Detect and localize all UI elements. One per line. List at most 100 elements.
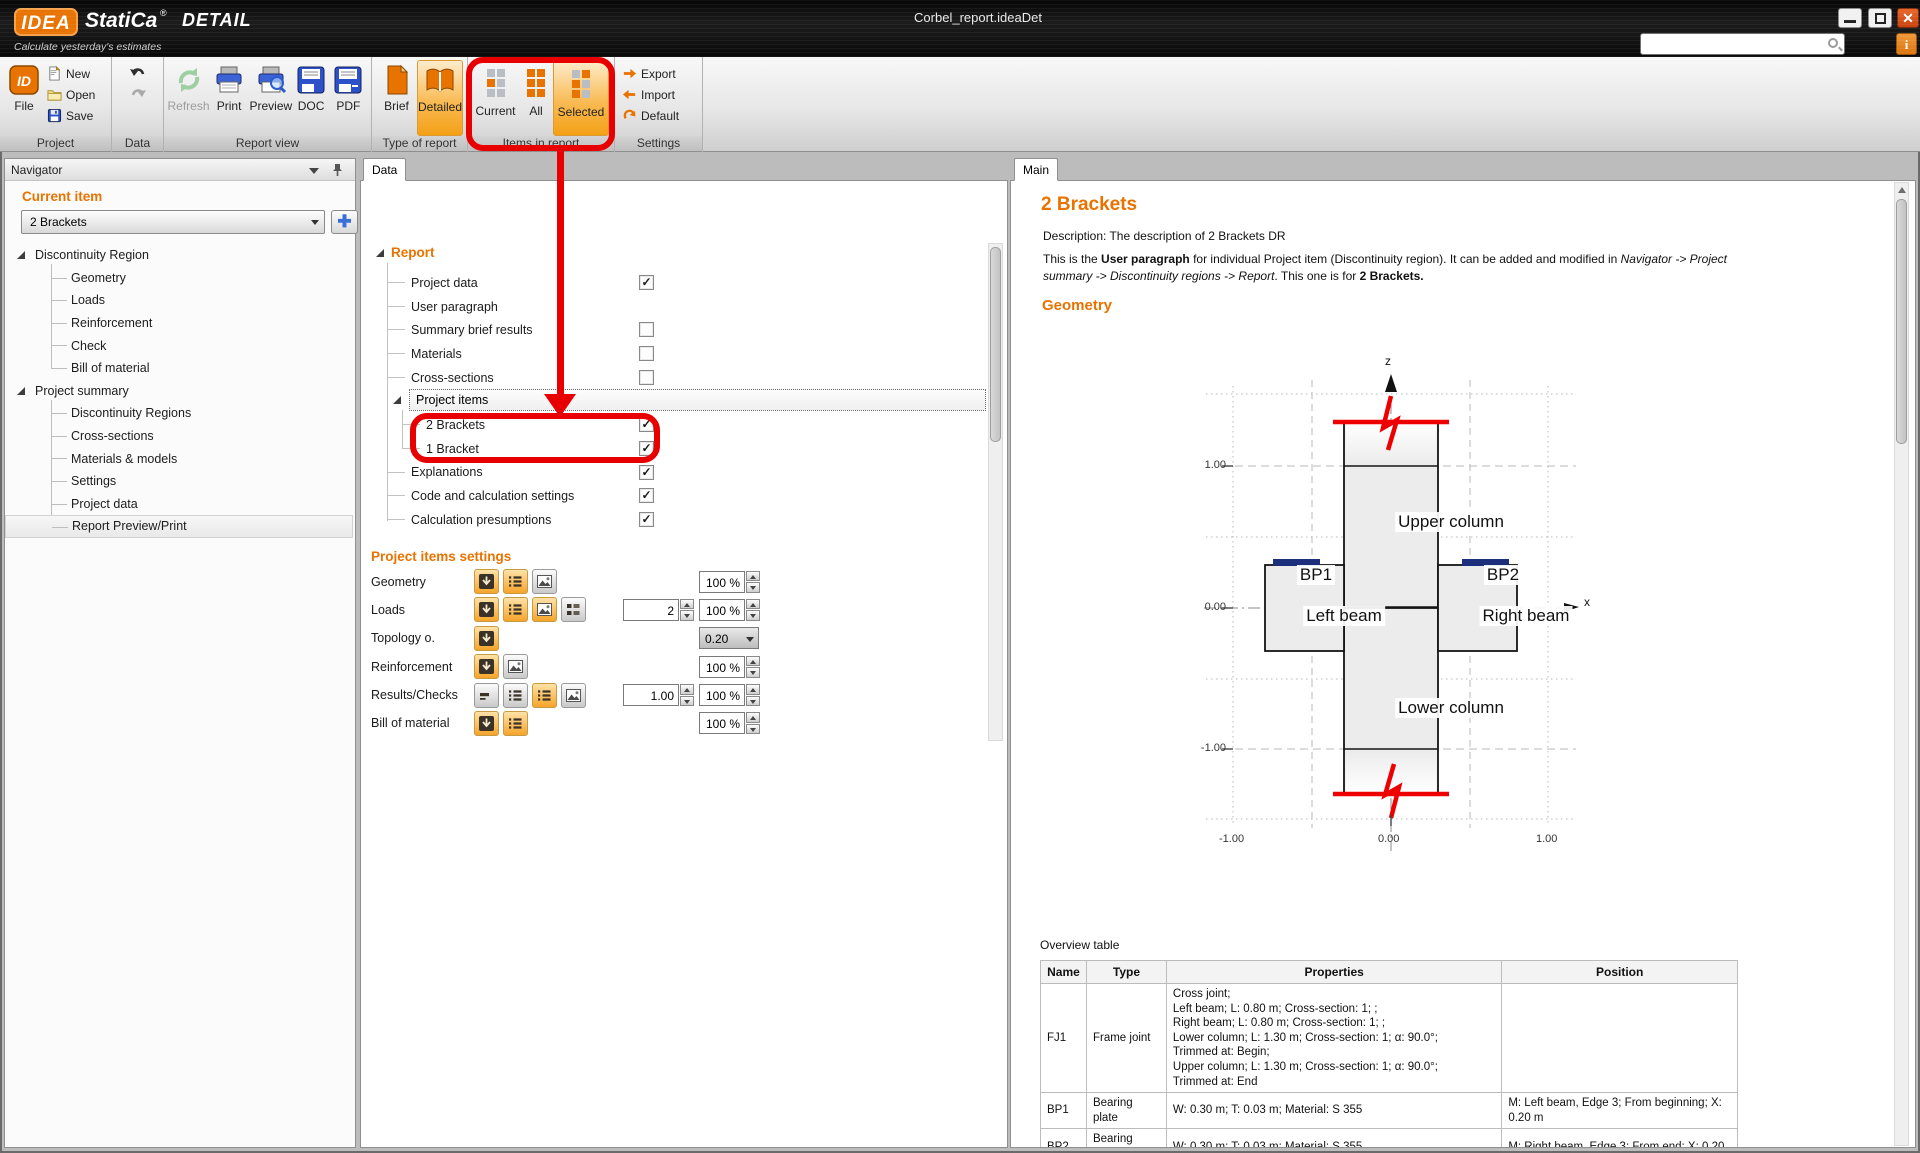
report-item-summary-brief-results[interactable]: Summary brief results bbox=[361, 318, 981, 342]
loads-count-spinner[interactable]: 2 bbox=[623, 599, 694, 621]
spin-up-icon[interactable] bbox=[746, 684, 760, 695]
checkbox-code-calculation-settings[interactable]: ✓ bbox=[639, 488, 654, 503]
checkbox-calculation-presumptions[interactable]: ✓ bbox=[639, 512, 654, 527]
scrollbar-thumb[interactable] bbox=[1896, 199, 1907, 444]
image-icon[interactable] bbox=[532, 597, 557, 622]
nav-item-report-preview-print[interactable]: Report Preview/Print bbox=[5, 515, 353, 538]
list-icon[interactable] bbox=[503, 711, 528, 736]
tab-main[interactable]: Main bbox=[1014, 158, 1058, 181]
chapter-icon[interactable] bbox=[474, 597, 499, 622]
nav-item-project-data[interactable]: Project data bbox=[5, 493, 353, 516]
detailed-button[interactable]: Detailed bbox=[417, 60, 463, 136]
collapse-icon[interactable] bbox=[376, 249, 384, 257]
spin-up-icon[interactable] bbox=[680, 599, 694, 610]
spin-up-icon[interactable] bbox=[746, 712, 760, 723]
image-icon[interactable] bbox=[532, 569, 557, 594]
geometry-scale-spinner[interactable]: 100 % bbox=[699, 571, 760, 593]
report-item-1-bracket[interactable]: 1 Bracket ✓ bbox=[361, 437, 981, 461]
refresh-button[interactable]: Refresh bbox=[168, 60, 209, 136]
brief-button[interactable]: Brief bbox=[376, 60, 417, 136]
spin-down-icon[interactable] bbox=[680, 696, 694, 707]
pdf-export-button[interactable]: PDF bbox=[330, 60, 367, 136]
image-icon[interactable] bbox=[561, 683, 586, 708]
scrollbar-thumb[interactable] bbox=[990, 247, 1001, 442]
bill-scale-spinner[interactable]: 100 % bbox=[699, 712, 760, 734]
nav-item-cross-sections[interactable]: Cross-sections bbox=[5, 425, 353, 448]
spin-down-icon[interactable] bbox=[746, 610, 760, 621]
list-icon[interactable] bbox=[532, 683, 557, 708]
spin-down-icon[interactable] bbox=[746, 582, 760, 593]
report-item-project-data[interactable]: Project data ✓ bbox=[361, 271, 981, 295]
image-icon[interactable] bbox=[503, 654, 528, 679]
pin-icon[interactable] bbox=[332, 163, 343, 180]
list-icon[interactable] bbox=[503, 597, 528, 622]
chapter-icon[interactable] bbox=[474, 654, 499, 679]
checkbox-cross-sections[interactable] bbox=[639, 370, 654, 385]
selected-items-button[interactable]: Selected bbox=[553, 60, 609, 136]
default-button[interactable]: Default bbox=[619, 106, 682, 125]
spin-down-icon[interactable] bbox=[746, 667, 760, 678]
close-button[interactable]: ✕ bbox=[1897, 8, 1919, 28]
data-panel-scrollbar[interactable] bbox=[988, 243, 1003, 741]
collapse-icon[interactable] bbox=[17, 387, 25, 395]
new-button[interactable]: New bbox=[44, 64, 98, 83]
nav-item-geometry[interactable]: Geometry bbox=[5, 267, 353, 290]
maximize-button[interactable] bbox=[1868, 8, 1892, 28]
open-button[interactable]: Open bbox=[44, 85, 98, 104]
list-icon[interactable] bbox=[503, 569, 528, 594]
report-item-explanations[interactable]: Explanations ✓ bbox=[361, 461, 981, 485]
save-button[interactable]: Save bbox=[44, 106, 98, 125]
spin-up-icon[interactable] bbox=[746, 656, 760, 667]
chapter-icon[interactable] bbox=[474, 569, 499, 594]
report-item-materials[interactable]: Materials bbox=[361, 342, 981, 366]
nav-item-bill-of-material[interactable]: Bill of material bbox=[5, 357, 353, 380]
spin-up-icon[interactable] bbox=[746, 599, 760, 610]
list-icon[interactable] bbox=[503, 683, 528, 708]
nav-item-reinforcement[interactable]: Reinforcement bbox=[5, 312, 353, 335]
main-panel-scrollbar[interactable] bbox=[1894, 182, 1909, 1146]
current-items-button[interactable]: Current bbox=[472, 60, 519, 136]
report-item-project-items[interactable]: Project items bbox=[361, 389, 981, 413]
nav-item-check[interactable]: Check bbox=[5, 334, 353, 357]
reinforcement-scale-spinner[interactable]: 100 % bbox=[699, 656, 760, 678]
table-icon[interactable] bbox=[561, 597, 586, 622]
checkbox-explanations[interactable]: ✓ bbox=[639, 465, 654, 480]
scroll-up-icon[interactable] bbox=[1898, 187, 1906, 193]
checkbox-materials[interactable] bbox=[639, 346, 654, 361]
report-item-cross-sections[interactable]: Cross-sections bbox=[361, 366, 981, 390]
checkbox-2-brackets[interactable]: ✓ bbox=[639, 417, 654, 432]
nav-item-loads[interactable]: Loads bbox=[5, 289, 353, 312]
add-item-button[interactable]: ✚ bbox=[331, 210, 358, 234]
brief-icon[interactable] bbox=[474, 683, 499, 708]
nav-node-discontinuity-region[interactable]: Discontinuity Region bbox=[5, 244, 353, 267]
checkbox-1-bracket[interactable]: ✓ bbox=[639, 441, 654, 456]
all-items-button[interactable]: All bbox=[519, 60, 553, 136]
spin-up-icon[interactable] bbox=[680, 684, 694, 695]
report-item-code-calculation-settings[interactable]: Code and calculation settings ✓ bbox=[361, 484, 981, 508]
checkbox-project-data[interactable]: ✓ bbox=[639, 275, 654, 290]
collapse-icon[interactable] bbox=[393, 396, 401, 404]
results-scale-spinner[interactable]: 100 % bbox=[699, 684, 760, 706]
chapter-icon[interactable] bbox=[474, 626, 499, 651]
checkbox-summary-brief-results[interactable] bbox=[639, 322, 654, 337]
navigator-menu-icon[interactable] bbox=[309, 168, 319, 174]
file-button[interactable]: ID File bbox=[4, 60, 44, 136]
chapter-icon[interactable] bbox=[474, 711, 499, 736]
undo-button[interactable] bbox=[125, 64, 151, 83]
redo-button[interactable] bbox=[125, 85, 151, 104]
nav-node-project-summary[interactable]: Project summary bbox=[5, 380, 353, 403]
collapse-icon[interactable] bbox=[17, 251, 25, 259]
spin-down-icon[interactable] bbox=[746, 696, 760, 707]
search-input[interactable] bbox=[1640, 33, 1845, 55]
report-tree-root[interactable]: Report bbox=[391, 245, 435, 260]
nav-item-materials-models[interactable]: Materials & models bbox=[5, 447, 353, 470]
preview-button[interactable]: Preview bbox=[249, 60, 292, 136]
topology-opacity-dropdown[interactable]: 0.20 bbox=[699, 627, 759, 649]
current-item-dropdown[interactable]: 2 Brackets bbox=[21, 210, 325, 234]
spin-down-icon[interactable] bbox=[680, 610, 694, 621]
nav-item-discontinuity-regions[interactable]: Discontinuity Regions bbox=[5, 402, 353, 425]
spin-down-icon[interactable] bbox=[746, 724, 760, 735]
results-value-spinner[interactable]: 1.00 bbox=[623, 684, 694, 706]
report-item-2-brackets[interactable]: 2 Brackets ✓ bbox=[361, 413, 981, 437]
report-item-calculation-presumptions[interactable]: Calculation presumptions ✓ bbox=[361, 508, 981, 532]
